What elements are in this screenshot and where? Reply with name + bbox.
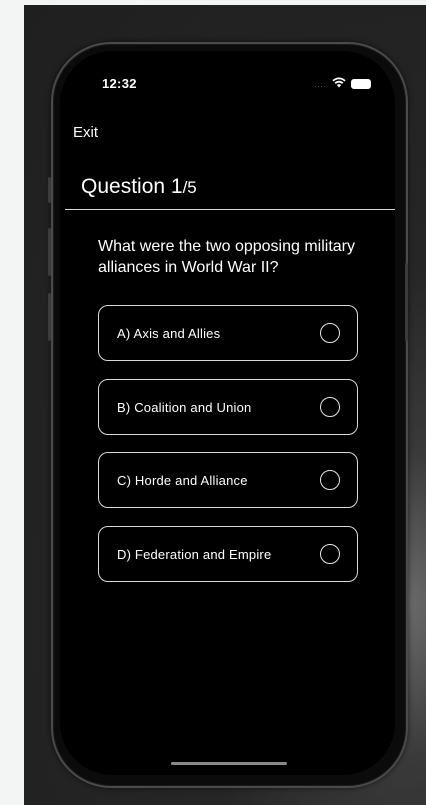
option-label: D) Federation and Empire: [117, 546, 272, 562]
question-total: /5: [182, 178, 197, 197]
question-text: What were the two opposing military alli…: [98, 238, 355, 276]
device-background: 12:32 .... Exit Question 1/5 What were t…: [24, 5, 426, 805]
question-number: Question 1: [81, 175, 183, 198]
power-button: [405, 263, 408, 341]
radio-circle-icon[interactable]: [320, 544, 340, 564]
status-icons: ....: [314, 75, 371, 93]
status-time: 12:32: [102, 76, 137, 91]
option-label: C) Horde and Alliance: [117, 472, 248, 488]
option-label: A) Axis and Allies: [117, 325, 221, 341]
exit-button[interactable]: Exit: [73, 124, 98, 141]
radio-circle-icon[interactable]: [320, 397, 340, 417]
volume-down-button: [48, 293, 51, 341]
answer-option-d[interactable]: D) Federation and Empire: [98, 526, 358, 582]
answer-option-c[interactable]: C) Horde and Alliance: [98, 452, 358, 508]
silent-switch: [48, 177, 51, 203]
home-indicator[interactable]: [171, 762, 287, 765]
answer-option-a[interactable]: A) Axis and Allies: [98, 305, 358, 361]
wifi-icon: [332, 75, 346, 93]
radio-circle-icon[interactable]: [320, 470, 340, 490]
volume-up-button: [48, 228, 51, 276]
signal-indicator: ....: [314, 79, 327, 89]
answer-option-b[interactable]: B) Coalition and Union: [98, 379, 358, 435]
battery-icon: [351, 79, 371, 89]
header-divider: [65, 209, 395, 210]
question-counter: Question 1/5: [81, 175, 197, 199]
radio-circle-icon[interactable]: [320, 323, 340, 343]
app-screen: 12:32 .... Exit Question 1/5 What were t…: [60, 51, 395, 775]
option-label: B) Coalition and Union: [117, 399, 252, 415]
